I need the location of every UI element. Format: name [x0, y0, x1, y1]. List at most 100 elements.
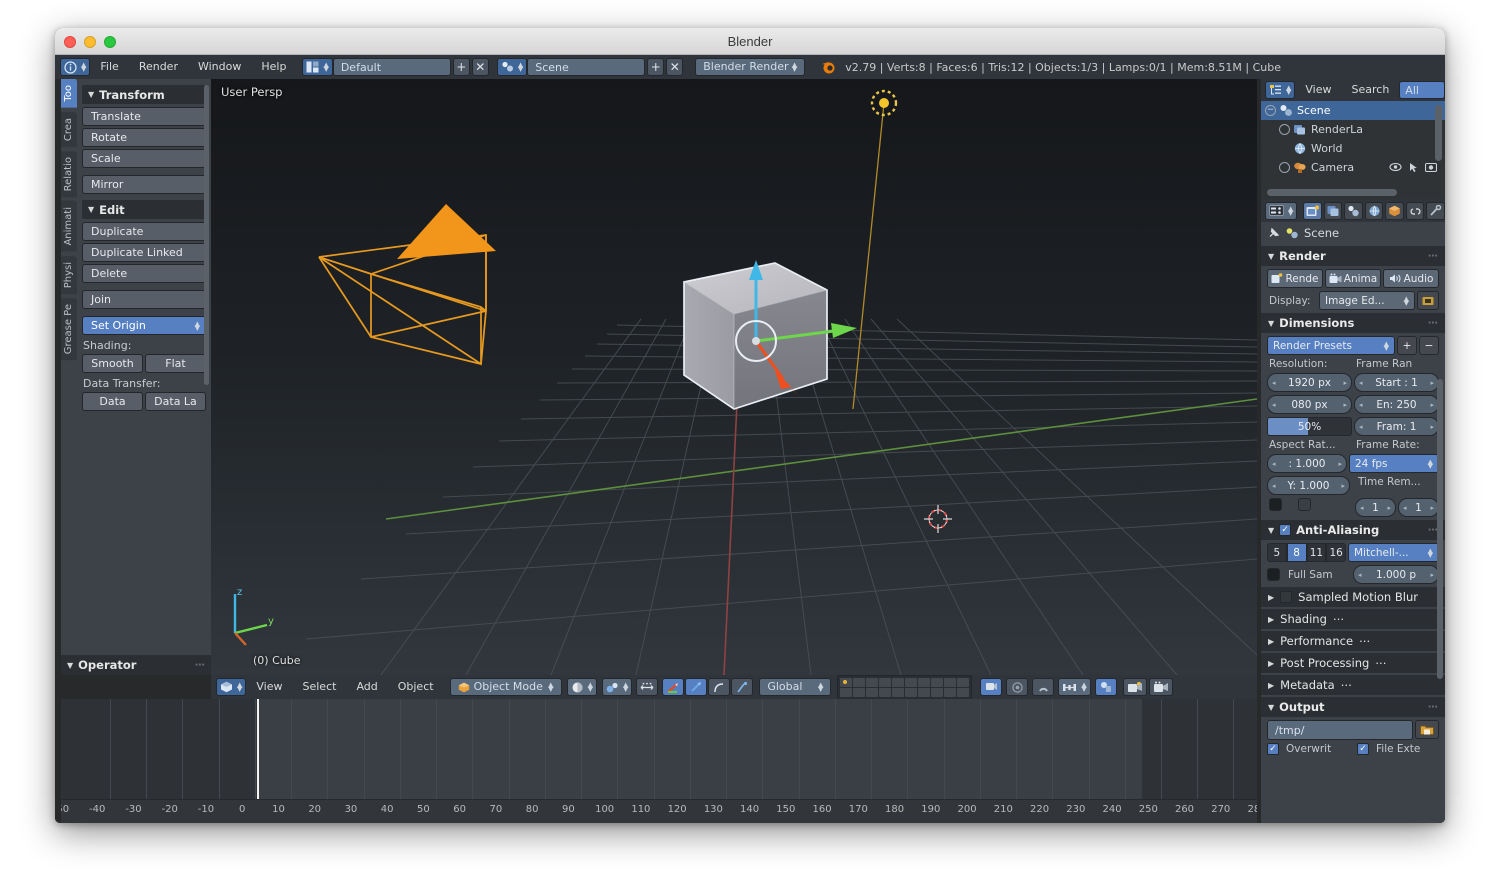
frame-rate-selector[interactable]: 24 fps ▲ ▼	[1349, 454, 1439, 473]
outliner-menu-view[interactable]: View	[1295, 81, 1341, 99]
output-path-field[interactable]: /tmp/	[1267, 720, 1413, 740]
outliner-row-scene[interactable]: − Scene	[1261, 101, 1445, 120]
timeline-ruler[interactable]: -50 -40 -30 -20 -10 0 10 20 30 40 50 60 70 80 90 100 110…	[61, 799, 1257, 823]
proportional-edit-toggle[interactable]	[1006, 678, 1029, 696]
panel-header-performance[interactable]: ▶ Performance ⋯	[1261, 631, 1445, 651]
tab-object[interactable]	[1385, 201, 1404, 220]
panel-header-transform[interactable]: ▼ Transform	[82, 85, 206, 104]
antialiasing-checkbox[interactable]: ✓	[1279, 524, 1292, 536]
panel-header-post-processing[interactable]: ▶ Post Processing ⋯	[1261, 653, 1445, 673]
join-button[interactable]: Join	[82, 290, 206, 309]
outliner-display-mode[interactable]: All Sce	[1399, 81, 1445, 115]
tool-shelf-scrollbar[interactable]	[204, 85, 209, 385]
outliner-editor-type-button[interactable]: ▲ ▼	[1265, 81, 1296, 99]
lock-camera-to-view-toggle[interactable]	[980, 678, 1003, 696]
viewport-editor-type-button[interactable]: ▲ ▼	[216, 678, 247, 696]
render-animation-button[interactable]: Anima	[1325, 269, 1381, 288]
render-presets-selector[interactable]: Render Presets ▲ ▼	[1267, 336, 1395, 355]
opengl-render-animation-button[interactable]	[1148, 678, 1173, 696]
shade-flat-button[interactable]: Flat	[145, 354, 206, 373]
lock-interface-toggle[interactable]	[1417, 291, 1439, 310]
duplicate-button[interactable]: Duplicate	[82, 222, 206, 241]
manipulator-translate-toggle[interactable]	[662, 678, 685, 696]
aspect-x-field[interactable]: : 1.000	[1267, 454, 1347, 473]
properties-editor-type-button[interactable]: ▲ ▼	[1265, 201, 1298, 220]
full-sample-checkbox[interactable]	[1267, 568, 1280, 581]
duplicate-linked-button[interactable]: Duplicate Linked	[82, 243, 206, 262]
sidebar-tab-animation[interactable]: Animati	[61, 201, 77, 252]
sidebar-tab-grease-pencil[interactable]: Grease Pe	[61, 298, 77, 361]
snap-target-toggle[interactable]	[1094, 678, 1117, 696]
layer-cell[interactable]	[957, 677, 970, 687]
file-extensions-checkbox[interactable]: ✓	[1357, 743, 1369, 755]
layer-cell[interactable]	[931, 687, 944, 697]
rotate-button[interactable]: Rotate	[82, 128, 206, 147]
scale-button[interactable]: Scale	[82, 149, 206, 168]
outliner-row-renderlayers[interactable]: RenderLa	[1261, 120, 1445, 139]
outliner-menu-search[interactable]: Search	[1342, 81, 1400, 99]
aa-samples-5[interactable]: 5	[1267, 543, 1287, 562]
add-preset-button[interactable]: +	[1397, 336, 1417, 355]
render-engine-selector[interactable]: Blender Render ▲ ▼	[695, 58, 806, 76]
layer-cell[interactable]	[944, 687, 957, 697]
properties-scrollbar[interactable]	[1437, 379, 1443, 679]
delete-screen-layout-button[interactable]: ✕	[471, 58, 489, 76]
layer-cell[interactable]	[957, 687, 970, 697]
translate-button[interactable]: Translate	[82, 107, 206, 126]
outliner-vertical-scrollbar[interactable]	[1435, 105, 1442, 161]
transform-manipulator-toggle[interactable]	[636, 678, 659, 696]
transform-orientation-selector[interactable]: Global ▲ ▼	[759, 678, 832, 696]
resolution-y-field[interactable]: 080 px	[1267, 395, 1352, 414]
properties-editor[interactable]: ▲ ▼ Scene ▼ Render ⋯ Rende Anima Audio D…	[1261, 199, 1445, 823]
viewport-shading-selector[interactable]: ▲ ▼	[566, 678, 597, 696]
info-editor-type-button[interactable]: ▲ ▼	[60, 58, 91, 76]
remove-preset-button[interactable]: −	[1419, 336, 1439, 355]
tab-world[interactable]	[1364, 201, 1384, 220]
sidebar-tab-tools[interactable]: Too	[61, 79, 77, 108]
delete-scene-button[interactable]: ✕	[666, 58, 684, 76]
outliner-row-camera[interactable]: Camera	[1261, 158, 1445, 177]
tab-constraints[interactable]	[1405, 201, 1425, 220]
menu-help[interactable]: Help	[251, 58, 296, 76]
manipulator-extra-toggle[interactable]	[731, 678, 754, 696]
layer-cell[interactable]	[905, 687, 918, 697]
frame-start-field-props[interactable]: Start : 1	[1354, 373, 1439, 392]
sidebar-tab-physics[interactable]: Physi	[61, 255, 77, 294]
render-audio-button[interactable]: Audio	[1383, 269, 1439, 288]
set-origin-dropdown[interactable]: Set Origin ▲ ▼	[82, 316, 206, 335]
aa-samples-11[interactable]: 11	[1306, 543, 1327, 562]
aspect-y-field[interactable]: Y: 1.000	[1267, 476, 1350, 495]
border-render-checkbox[interactable]	[1269, 498, 1282, 511]
transfer-data-button[interactable]: Data	[82, 392, 143, 411]
layer-cell[interactable]	[879, 687, 892, 697]
viewport-menu-add[interactable]: Add	[346, 678, 387, 696]
panel-header-edit[interactable]: ▼ Edit	[82, 200, 206, 219]
panel-header-metadata[interactable]: ▶ Metadata ⋯	[1261, 675, 1445, 695]
crop-render-checkbox[interactable]	[1298, 498, 1311, 511]
snap-magnet-toggle[interactable]	[1032, 678, 1055, 696]
snap-element-selector[interactable]: ▲ ▼	[1058, 678, 1091, 696]
sampled-motion-blur-checkbox[interactable]	[1280, 591, 1293, 603]
aa-samples-16[interactable]: 16	[1326, 543, 1346, 562]
panel-header-dimensions[interactable]: ▼ Dimensions ⋯	[1261, 313, 1445, 333]
outliner-horizontal-scrollbar[interactable]	[1267, 189, 1397, 196]
viewport-menu-object[interactable]: Object	[388, 678, 444, 696]
layer-cell[interactable]	[866, 687, 879, 697]
panel-header-output[interactable]: ▼ Output ⋯	[1261, 697, 1445, 717]
scene-selector[interactable]: ▲ ▼	[496, 58, 528, 76]
viewport-menu-view[interactable]: View	[246, 678, 292, 696]
layer-cell[interactable]	[918, 687, 931, 697]
timeline-playhead[interactable]	[257, 699, 259, 799]
layer-cell[interactable]	[892, 687, 905, 697]
panel-header-sampled-motion-blur[interactable]: ▶ Sampled Motion Blur	[1261, 587, 1445, 607]
render-still-button[interactable]: Rende	[1267, 269, 1323, 288]
frame-step-field[interactable]: Fram: 1	[1354, 417, 1439, 436]
layer-cell[interactable]	[840, 677, 853, 687]
opengl-render-still-button[interactable]	[1122, 678, 1147, 696]
panel-header-operator[interactable]: ▼ Operator ⋯	[61, 655, 211, 675]
collapse-toggle-icon[interactable]: −	[1265, 105, 1276, 116]
scene-layers-grid[interactable]	[837, 675, 973, 699]
add-scene-button[interactable]: +	[647, 58, 665, 76]
tab-render-layers[interactable]	[1323, 201, 1343, 220]
resolution-percentage-slider[interactable]: 50%	[1267, 417, 1352, 436]
